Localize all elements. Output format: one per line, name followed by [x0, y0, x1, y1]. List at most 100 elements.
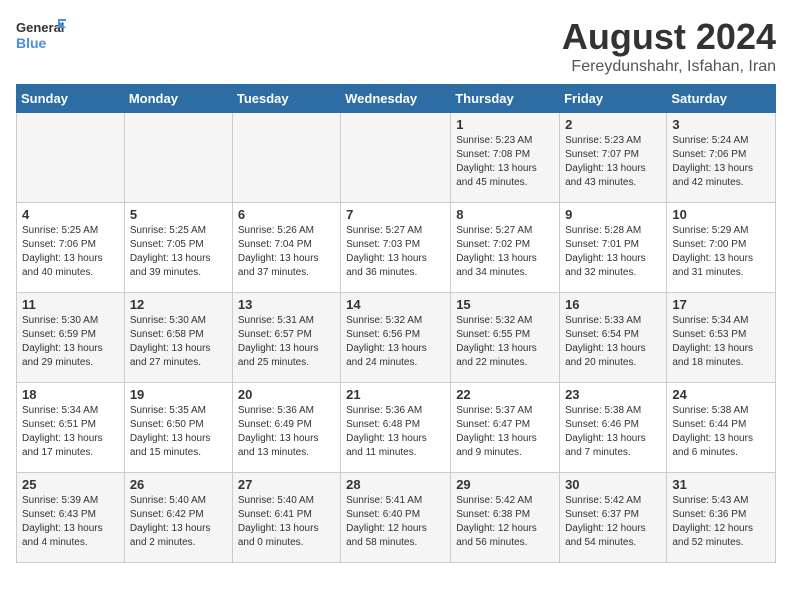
day-info: Sunrise: 5:38 AM Sunset: 6:44 PM Dayligh…	[672, 404, 770, 460]
day-number: 18	[22, 387, 119, 402]
day-info: Sunrise: 5:27 AM Sunset: 7:02 PM Dayligh…	[456, 224, 554, 280]
calendar-cell: 6 Sunrise: 5:26 AM Sunset: 7:04 PM Daylig…	[232, 203, 340, 293]
day-info: Sunrise: 5:36 AM Sunset: 6:48 PM Dayligh…	[346, 404, 445, 460]
calendar-cell: 19 Sunrise: 5:35 AM Sunset: 6:50 PM Dayli…	[124, 383, 232, 473]
calendar-cell: 28Sunrise: 5:41 AM Sunset: 6:40 PM Dayli…	[341, 473, 451, 563]
day-info: Sunrise: 5:23 AM Sunset: 7:07 PM Dayligh…	[565, 134, 661, 190]
day-number: 25	[22, 477, 119, 492]
day-number: 9	[565, 207, 661, 222]
calendar-cell: 30Sunrise: 5:42 AM Sunset: 6:37 PM Dayli…	[560, 473, 667, 563]
day-info: Sunrise: 5:33 AM Sunset: 6:54 PM Dayligh…	[565, 314, 661, 370]
day-info: Sunrise: 5:31 AM Sunset: 6:57 PM Dayligh…	[238, 314, 335, 370]
calendar-cell: 15 Sunrise: 5:32 AM Sunset: 6:55 PM Dayli…	[451, 293, 560, 383]
svg-text:Blue: Blue	[16, 35, 47, 51]
day-info: Sunrise: 5:25 AM Sunset: 7:05 PM Dayligh…	[130, 224, 227, 280]
day-number: 15	[456, 297, 554, 312]
calendar-table: SundayMondayTuesdayWednesdayThursdayFrid…	[16, 84, 776, 563]
calendar-cell: 27 Sunrise: 5:40 AM Sunset: 6:41 PM Dayli…	[232, 473, 340, 563]
day-info: Sunrise: 5:30 AM Sunset: 6:58 PM Dayligh…	[130, 314, 227, 370]
calendar-cell: 4Sunrise: 5:25 AM Sunset: 7:06 PM Daylig…	[17, 203, 125, 293]
week-row-5: 25 Sunrise: 5:39 AM Sunset: 6:43 PM Dayli…	[17, 473, 776, 563]
day-number: 31	[672, 477, 770, 492]
week-row-2: 4Sunrise: 5:25 AM Sunset: 7:06 PM Daylig…	[17, 203, 776, 293]
header-sunday: Sunday	[17, 85, 125, 113]
calendar-cell: 16 Sunrise: 5:33 AM Sunset: 6:54 PM Dayli…	[560, 293, 667, 383]
day-info: Sunrise: 5:37 AM Sunset: 6:47 PM Dayligh…	[456, 404, 554, 460]
day-info: Sunrise: 5:39 AM Sunset: 6:43 PM Dayligh…	[22, 494, 119, 550]
day-number: 20	[238, 387, 335, 402]
calendar-cell: 7Sunrise: 5:27 AM Sunset: 7:03 PM Daylig…	[341, 203, 451, 293]
day-number: 2	[565, 117, 661, 132]
day-number: 26	[130, 477, 227, 492]
day-info: Sunrise: 5:29 AM Sunset: 7:00 PM Dayligh…	[672, 224, 770, 280]
day-number: 27	[238, 477, 335, 492]
day-info: Sunrise: 5:24 AM Sunset: 7:06 PM Dayligh…	[672, 134, 770, 190]
day-info: Sunrise: 5:42 AM Sunset: 6:38 PM Dayligh…	[456, 494, 554, 550]
day-number: 24	[672, 387, 770, 402]
day-number: 6	[238, 207, 335, 222]
calendar-cell: 18 Sunrise: 5:34 AM Sunset: 6:51 PM Dayli…	[17, 383, 125, 473]
calendar-cell: 13 Sunrise: 5:31 AM Sunset: 6:57 PM Dayli…	[232, 293, 340, 383]
calendar-cell: 3 Sunrise: 5:24 AM Sunset: 7:06 PM Daylig…	[667, 113, 776, 203]
location: Fereydunshahr, Isfahan, Iran	[562, 58, 776, 76]
header-monday: Monday	[124, 85, 232, 113]
day-info: Sunrise: 5:23 AM Sunset: 7:08 PM Dayligh…	[456, 134, 554, 190]
calendar-cell: 8 Sunrise: 5:27 AM Sunset: 7:02 PM Daylig…	[451, 203, 560, 293]
calendar-cell	[124, 113, 232, 203]
day-info: Sunrise: 5:34 AM Sunset: 6:53 PM Dayligh…	[672, 314, 770, 370]
day-number: 22	[456, 387, 554, 402]
day-info: Sunrise: 5:25 AM Sunset: 7:06 PM Dayligh…	[22, 224, 119, 280]
calendar-cell: 5Sunrise: 5:25 AM Sunset: 7:05 PM Daylig…	[124, 203, 232, 293]
calendar-cell: 1Sunrise: 5:23 AM Sunset: 7:08 PM Daylig…	[451, 113, 560, 203]
day-number: 3	[672, 117, 770, 132]
day-number: 11	[22, 297, 119, 312]
day-info: Sunrise: 5:40 AM Sunset: 6:42 PM Dayligh…	[130, 494, 227, 550]
week-row-4: 18 Sunrise: 5:34 AM Sunset: 6:51 PM Dayli…	[17, 383, 776, 473]
calendar-cell: 10 Sunrise: 5:29 AM Sunset: 7:00 PM Dayli…	[667, 203, 776, 293]
calendar-cell: 21 Sunrise: 5:36 AM Sunset: 6:48 PM Dayli…	[341, 383, 451, 473]
header-tuesday: Tuesday	[232, 85, 340, 113]
calendar-cell: 22 Sunrise: 5:37 AM Sunset: 6:47 PM Dayli…	[451, 383, 560, 473]
day-info: Sunrise: 5:35 AM Sunset: 6:50 PM Dayligh…	[130, 404, 227, 460]
calendar-cell: 17 Sunrise: 5:34 AM Sunset: 6:53 PM Dayli…	[667, 293, 776, 383]
day-number: 23	[565, 387, 661, 402]
calendar-cell: 29 Sunrise: 5:42 AM Sunset: 6:38 PM Dayli…	[451, 473, 560, 563]
day-number: 19	[130, 387, 227, 402]
calendar-cell: 24 Sunrise: 5:38 AM Sunset: 6:44 PM Dayli…	[667, 383, 776, 473]
day-info: Sunrise: 5:40 AM Sunset: 6:41 PM Dayligh…	[238, 494, 335, 550]
header-row: SundayMondayTuesdayWednesdayThursdayFrid…	[17, 85, 776, 113]
day-info: Sunrise: 5:32 AM Sunset: 6:55 PM Dayligh…	[456, 314, 554, 370]
header-wednesday: Wednesday	[341, 85, 451, 113]
title-block: August 2024 Fereydunshahr, Isfahan, Iran	[562, 16, 776, 76]
calendar-cell: 23Sunrise: 5:38 AM Sunset: 6:46 PM Dayli…	[560, 383, 667, 473]
day-number: 8	[456, 207, 554, 222]
calendar-cell: 26 Sunrise: 5:40 AM Sunset: 6:42 PM Dayli…	[124, 473, 232, 563]
calendar-cell	[341, 113, 451, 203]
day-number: 13	[238, 297, 335, 312]
day-info: Sunrise: 5:28 AM Sunset: 7:01 PM Dayligh…	[565, 224, 661, 280]
calendar-cell: 11 Sunrise: 5:30 AM Sunset: 6:59 PM Dayli…	[17, 293, 125, 383]
header-friday: Friday	[560, 85, 667, 113]
header-saturday: Saturday	[667, 85, 776, 113]
calendar-cell: 25 Sunrise: 5:39 AM Sunset: 6:43 PM Dayli…	[17, 473, 125, 563]
svg-text:General: General	[16, 20, 64, 35]
day-info: Sunrise: 5:32 AM Sunset: 6:56 PM Dayligh…	[346, 314, 445, 370]
day-number: 17	[672, 297, 770, 312]
page-header: General Blue August 2024 Fereydunshahr, …	[16, 16, 776, 76]
day-info: Sunrise: 5:27 AM Sunset: 7:03 PM Dayligh…	[346, 224, 445, 280]
day-info: Sunrise: 5:34 AM Sunset: 6:51 PM Dayligh…	[22, 404, 119, 460]
calendar-cell: 20Sunrise: 5:36 AM Sunset: 6:49 PM Dayli…	[232, 383, 340, 473]
week-row-1: 1Sunrise: 5:23 AM Sunset: 7:08 PM Daylig…	[17, 113, 776, 203]
day-number: 28	[346, 477, 445, 492]
day-number: 10	[672, 207, 770, 222]
day-number: 16	[565, 297, 661, 312]
day-info: Sunrise: 5:30 AM Sunset: 6:59 PM Dayligh…	[22, 314, 119, 370]
header-thursday: Thursday	[451, 85, 560, 113]
day-number: 21	[346, 387, 445, 402]
week-row-3: 11 Sunrise: 5:30 AM Sunset: 6:59 PM Dayli…	[17, 293, 776, 383]
calendar-cell: 9 Sunrise: 5:28 AM Sunset: 7:01 PM Daylig…	[560, 203, 667, 293]
day-info: Sunrise: 5:26 AM Sunset: 7:04 PM Dayligh…	[238, 224, 335, 280]
day-number: 12	[130, 297, 227, 312]
day-number: 29	[456, 477, 554, 492]
calendar-cell: 12 Sunrise: 5:30 AM Sunset: 6:58 PM Dayli…	[124, 293, 232, 383]
